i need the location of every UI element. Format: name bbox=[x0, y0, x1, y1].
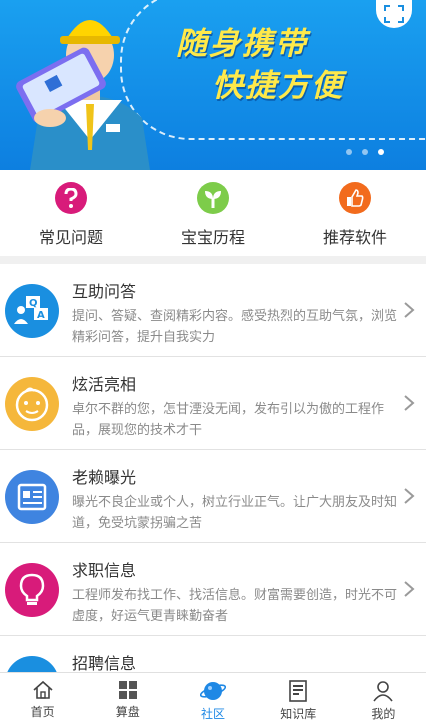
tab-mine[interactable]: 我的 bbox=[341, 673, 426, 725]
quick-item-faq[interactable]: 常见问题 bbox=[0, 170, 142, 256]
question-icon bbox=[55, 182, 87, 214]
tab-community[interactable]: 社区 bbox=[170, 673, 255, 725]
list-item-jobseeking[interactable]: 求职信息 工程师发布找工作、找活信息。财富需要创造，时光不可虚度，好运气更青睐勤… bbox=[0, 543, 426, 636]
tab-label: 社区 bbox=[201, 707, 226, 721]
list-item-title: 炫活亮相 bbox=[72, 375, 137, 394]
carousel-dot[interactable] bbox=[346, 149, 352, 155]
community-list: QA 互助问答 提问、答疑、查阅精彩内容。感受热烈的互助气氛，浏览精彩问答，提升… bbox=[0, 264, 426, 725]
quick-item-baby[interactable]: 宝宝历程 bbox=[142, 170, 284, 256]
home-icon bbox=[33, 680, 53, 699]
sprout-icon bbox=[197, 182, 229, 214]
list-item-title: 互助问答 bbox=[72, 282, 137, 301]
list-item-exposure[interactable]: 老赖曝光 曝光不良企业或个人，树立行业正气。让广大朋友及时知道，免受坑蒙拐骗之苦 bbox=[0, 450, 426, 543]
promo-banner[interactable]: 随身携带 快捷方便 bbox=[0, 0, 426, 170]
quick-item-label: 宝宝历程 bbox=[180, 228, 245, 247]
scan-icon bbox=[384, 5, 404, 23]
list-item-title: 老赖曝光 bbox=[72, 468, 137, 487]
chevron-right-icon bbox=[404, 302, 415, 318]
svg-text:A: A bbox=[37, 310, 45, 321]
engineer-illustration bbox=[16, 20, 150, 170]
tab-label: 我的 bbox=[371, 707, 396, 721]
banner-headline-2: 快捷方便 bbox=[212, 68, 344, 104]
carousel-dot[interactable] bbox=[362, 149, 368, 155]
lightbulb-icon bbox=[5, 563, 59, 617]
quick-item-label: 推荐软件 bbox=[322, 228, 387, 247]
community-page: 随身携带 快捷方便 常见问题 宝宝历程 推荐软件 Q A 互助问答 提问、答疑、… bbox=[0, 0, 426, 725]
face-icon bbox=[5, 377, 59, 431]
tab-label: 算盘 bbox=[115, 705, 140, 719]
tab-label: 首页 bbox=[30, 705, 55, 719]
planet-icon bbox=[200, 682, 226, 700]
id-card-icon bbox=[5, 470, 59, 524]
book-icon bbox=[289, 680, 308, 702]
carousel-dot-active[interactable] bbox=[378, 149, 384, 155]
list-item-qa[interactable]: QA 互助问答 提问、答疑、查阅精彩内容。感受热烈的互助气氛，浏览精彩问答，提升… bbox=[0, 264, 426, 357]
quick-item-software[interactable]: 推荐软件 bbox=[284, 170, 426, 256]
list-item-desc: 提问、答疑、查阅精彩内容。感受热烈的互助气氛，浏览精彩问答，提升自我实力 bbox=[72, 309, 398, 345]
quick-item-label: 常见问题 bbox=[38, 228, 103, 247]
tab-abacus[interactable]: 算盘 bbox=[85, 673, 170, 725]
banner-headline-1: 随身携带 bbox=[176, 26, 308, 62]
list-item-title: 求职信息 bbox=[72, 561, 137, 580]
quick-entries: 常见问题 宝宝历程 推荐软件 bbox=[0, 170, 426, 256]
chevron-right-icon bbox=[404, 395, 415, 411]
person-icon bbox=[373, 681, 394, 702]
tab-label: 知识库 bbox=[280, 707, 317, 721]
carousel-indicator bbox=[346, 149, 384, 155]
grid-icon bbox=[118, 681, 137, 699]
chevron-right-icon bbox=[404, 581, 415, 597]
list-item-desc: 曝光不良企业或个人，树立行业正气。让广大朋友及时知道，免受坑蒙拐骗之苦 bbox=[72, 495, 398, 531]
qa-icon: QA bbox=[5, 284, 59, 338]
chevron-right-icon bbox=[404, 488, 415, 504]
tab-home[interactable]: 首页 bbox=[0, 673, 85, 725]
list-item-showcase[interactable]: 炫活亮相 卓尔不群的您，怎甘湮没无闻，发布引以为傲的工程作品，展现您的技术才干 bbox=[0, 357, 426, 450]
svg-text:Q: Q bbox=[29, 298, 38, 309]
list-item-desc: 工程师发布找工作、找活信息。财富需要创造，时光不可虚度，好运气更青睐勤奋者 bbox=[72, 588, 398, 624]
tab-knowledge[interactable]: 知识库 bbox=[256, 673, 341, 725]
bottom-tab-bar: 首页 算盘 社区 知识库 我的 bbox=[0, 672, 426, 725]
list-item-title: 招聘信息 bbox=[72, 654, 137, 673]
list-item-desc: 卓尔不群的您，怎甘湮没无闻，发布引以为傲的工程作品，展现您的技术才干 bbox=[72, 402, 385, 438]
thumbs-up-icon bbox=[339, 182, 371, 214]
